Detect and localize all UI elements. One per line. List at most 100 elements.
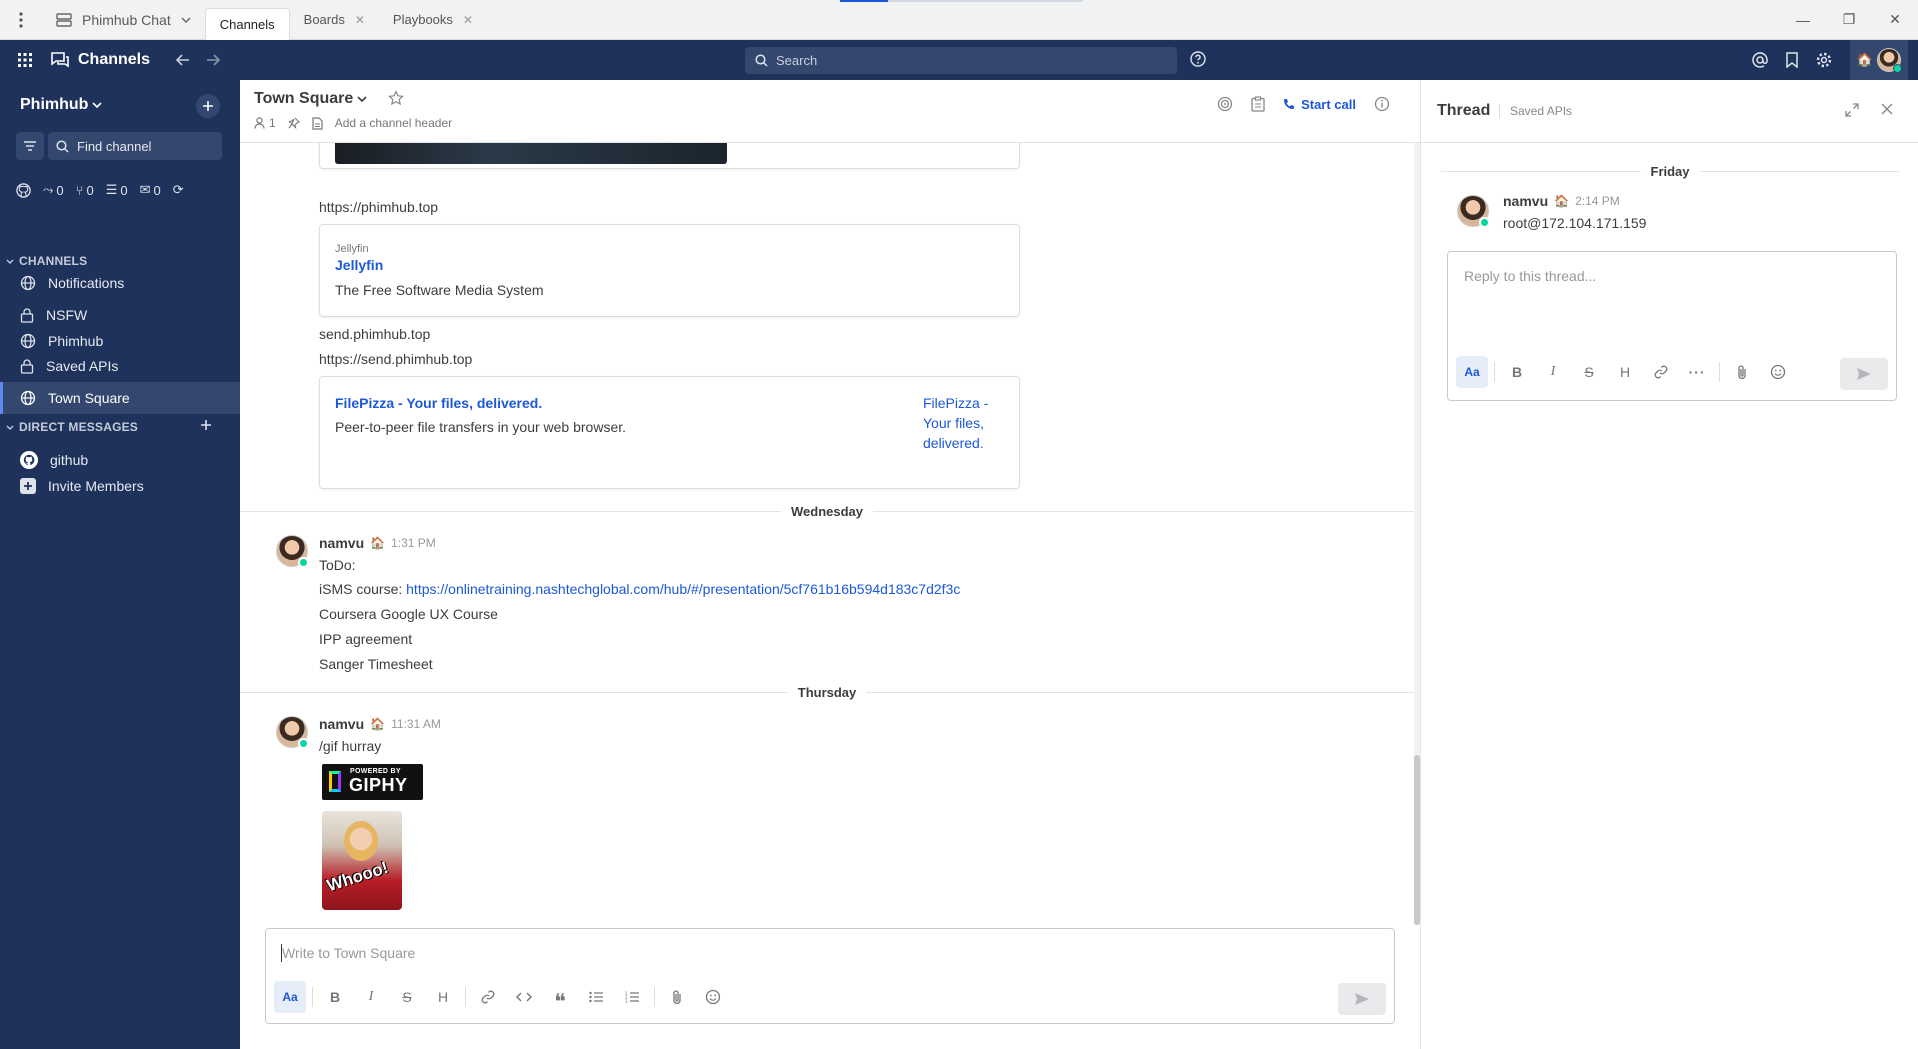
help-icon[interactable] xyxy=(1190,51,1206,67)
username[interactable]: namvu xyxy=(319,716,364,732)
close-tab-icon[interactable]: ✕ xyxy=(355,13,365,27)
expand-icon[interactable] xyxy=(1845,103,1859,117)
send-button[interactable] xyxy=(1338,983,1386,1015)
heading-button[interactable]: H xyxy=(427,981,459,1013)
close-tab-icon[interactable]: ✕ xyxy=(463,13,473,27)
github-icon[interactable] xyxy=(16,182,31,198)
channel-name-menu[interactable]: Town Square xyxy=(254,90,367,108)
reply-input[interactable]: Reply to this thread... Aa B I S H ··· xyxy=(1447,251,1897,401)
preview-title-link[interactable]: FilePizza - Your files, delivered. xyxy=(335,395,542,411)
minimize-icon[interactable]: — xyxy=(1780,0,1826,40)
avatar[interactable] xyxy=(276,535,309,568)
emoji-picker-icon[interactable] xyxy=(1762,356,1794,388)
reviews-counter[interactable]: ⑂ 0 xyxy=(76,183,94,198)
preview-image[interactable] xyxy=(335,143,727,164)
saved-bookmark-icon[interactable] xyxy=(1786,52,1798,68)
preview-title-link[interactable]: Jellyfin xyxy=(335,257,383,273)
sidebar-item-notifications[interactable]: Notifications xyxy=(0,267,240,299)
unread-messages-counter[interactable]: ✉ 0 xyxy=(140,182,161,198)
italic-button[interactable]: I xyxy=(355,981,387,1013)
attachment-icon[interactable] xyxy=(1726,356,1758,388)
pinned-messages-icon[interactable] xyxy=(288,117,300,129)
git-pull-request-icon: ⤳ xyxy=(43,182,54,197)
avatar[interactable] xyxy=(1457,195,1490,228)
formatting-toggle-button[interactable]: Aa xyxy=(1456,356,1488,388)
sidebar-item-town-square[interactable]: Town Square xyxy=(0,382,240,414)
custom-status-emoji[interactable]: 🏠 xyxy=(370,536,385,550)
strikethrough-button[interactable]: S xyxy=(1573,356,1605,388)
message-list[interactable]: https://phimhub.top Jellyfin Jellyfin Th… xyxy=(240,143,1414,923)
forward-arrow-icon[interactable] xyxy=(206,54,221,66)
message-timestamp[interactable]: 2:14 PM xyxy=(1575,194,1620,208)
add-channel-button[interactable] xyxy=(196,94,220,118)
product-menu-icon[interactable] xyxy=(0,53,50,67)
add-direct-message-icon[interactable] xyxy=(200,419,212,431)
message-link[interactable]: https://onlinetraining.nashtechglobal.co… xyxy=(406,581,960,597)
tab-channels[interactable]: Channels xyxy=(204,7,290,40)
send-reply-button[interactable] xyxy=(1840,358,1888,390)
code-icon[interactable] xyxy=(508,981,540,1013)
git-branch-icon: ⑂ xyxy=(75,182,84,198)
server-selector[interactable]: Phimhub Chat xyxy=(42,0,205,40)
message-link[interactable]: https://send.phimhub.top xyxy=(319,351,472,367)
username[interactable]: namvu xyxy=(1503,193,1548,209)
emoji-picker-icon[interactable] xyxy=(697,981,729,1013)
custom-status-emoji[interactable]: 🏠 xyxy=(1554,194,1569,208)
numbered-list-icon[interactable]: 123 xyxy=(616,981,648,1013)
member-count[interactable]: 1 xyxy=(254,116,276,130)
sidebar-item-saved-apis[interactable]: Saved APIs xyxy=(0,350,240,382)
refresh-icon[interactable]: ⟳ xyxy=(173,182,184,198)
bulleted-list-icon[interactable] xyxy=(580,981,612,1013)
username[interactable]: namvu xyxy=(319,535,364,551)
more-formatting-icon[interactable]: ··· xyxy=(1681,356,1713,388)
search-input[interactable]: Search xyxy=(745,47,1177,74)
quote-icon[interactable]: ❝ xyxy=(544,981,576,1014)
channel-files-icon[interactable] xyxy=(312,116,323,130)
kebab-menu-icon[interactable] xyxy=(0,11,42,28)
settings-gear-icon[interactable] xyxy=(1816,52,1832,68)
italic-button[interactable]: I xyxy=(1537,356,1569,388)
link-icon[interactable] xyxy=(1645,356,1677,388)
team-menu-button[interactable]: Phimhub xyxy=(20,96,103,114)
tab-playbooks[interactable]: Playbooks ✕ xyxy=(379,5,487,35)
filter-unreads-button[interactable] xyxy=(16,132,44,160)
mentions-icon[interactable] xyxy=(1752,52,1768,68)
bold-button[interactable]: B xyxy=(319,981,351,1013)
link-icon[interactable] xyxy=(472,981,504,1013)
attachment-icon[interactable] xyxy=(661,981,693,1013)
section-label: CHANNELS xyxy=(19,254,88,268)
tab-boards[interactable]: Boards ✕ xyxy=(290,5,379,35)
product-switcher[interactable]: Channels xyxy=(50,51,150,69)
direct-messages-section-header[interactable]: DIRECT MESSAGES xyxy=(6,420,138,434)
close-icon[interactable] xyxy=(1881,103,1893,115)
pull-requests-counter[interactable]: ⤳ 0 xyxy=(43,182,64,198)
bold-button[interactable]: B xyxy=(1501,356,1533,388)
message-timestamp[interactable]: 11:31 AM xyxy=(391,717,441,731)
back-arrow-icon[interactable] xyxy=(176,54,190,66)
thread-channel-link[interactable]: Saved APIs xyxy=(1499,104,1572,118)
clipboard-icon[interactable] xyxy=(1251,96,1265,112)
channels-section-header[interactable]: CHANNELS xyxy=(6,254,87,268)
find-channel-button[interactable]: Find channel xyxy=(48,132,222,160)
close-window-icon[interactable]: ✕ xyxy=(1872,0,1918,40)
custom-status-emoji[interactable]: 🏠 xyxy=(370,717,385,731)
divider xyxy=(465,987,466,1007)
favorite-star-icon[interactable] xyxy=(388,90,404,106)
add-channel-header-link[interactable]: Add a channel header xyxy=(335,116,452,130)
heading-button[interactable]: H xyxy=(1609,356,1641,388)
preview-image-broken[interactable]: FilePizza - Your files, delivered. xyxy=(923,393,1007,453)
sidebar-item-invite-members[interactable]: Invite Members xyxy=(0,470,240,502)
formatting-toggle-button[interactable]: Aa xyxy=(274,981,306,1013)
message-composer[interactable]: Write to Town Square Aa B I S H ❝ 123 xyxy=(265,928,1395,1024)
message-link[interactable]: https://phimhub.top xyxy=(319,199,438,215)
start-call-button[interactable]: Start call xyxy=(1283,97,1356,112)
restore-icon[interactable]: ❐ xyxy=(1826,0,1872,40)
user-account-menu[interactable]: 🏠 xyxy=(1850,40,1908,80)
focalboard-target-icon[interactable] xyxy=(1217,96,1233,112)
avatar[interactable] xyxy=(276,716,309,749)
channel-info-icon[interactable] xyxy=(1374,96,1390,112)
assignments-counter[interactable]: ☰ 0 xyxy=(106,182,128,198)
message-timestamp[interactable]: 1:31 PM xyxy=(391,536,436,550)
gif-image[interactable]: Whooo! xyxy=(322,811,402,910)
strikethrough-button[interactable]: S xyxy=(391,981,423,1013)
